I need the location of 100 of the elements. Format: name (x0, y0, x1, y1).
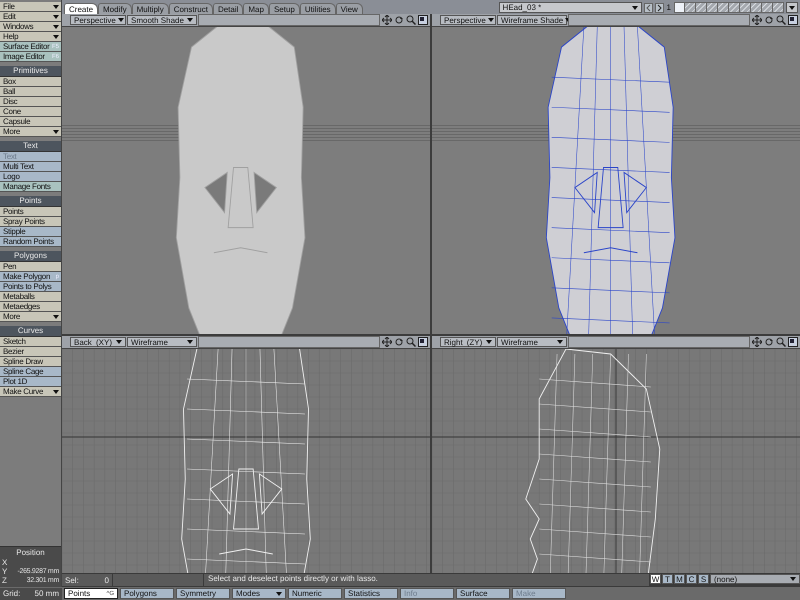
maximize-icon[interactable] (418, 337, 428, 347)
view-dropdown[interactable]: Perspective (440, 15, 496, 25)
search-icon[interactable] (776, 15, 786, 25)
tab[interactable]: Setup (268, 3, 300, 14)
rotate-icon[interactable] (764, 15, 774, 25)
layer-button[interactable] (762, 2, 773, 13)
mode-button[interactable]: S (698, 574, 709, 584)
status-message: Select and deselect points directly or with lasso. (204, 574, 649, 586)
tab[interactable]: Map (243, 3, 269, 14)
surface-dropdown[interactable]: (none) (710, 574, 800, 584)
mode-button[interactable]: W (650, 574, 661, 584)
caret-icon (486, 340, 492, 344)
caret-icon (632, 6, 638, 10)
toggle-button[interactable]: Numeric (288, 588, 342, 599)
tool-button[interactable]: Manage Fonts (0, 182, 61, 192)
mode-button[interactable]: M (674, 574, 685, 584)
caret-icon (790, 577, 796, 581)
view-dropdown[interactable]: Back (XY) (70, 337, 126, 347)
tab[interactable]: Modify (98, 3, 132, 14)
tool-button[interactable]: Box (0, 77, 61, 87)
tool-button[interactable]: Pen (0, 262, 61, 272)
shading-dropdown[interactable]: Wireframe (497, 337, 567, 347)
object-dropdown[interactable]: HEad_03 * (498, 2, 642, 13)
move-icon[interactable] (382, 15, 392, 25)
tool-button[interactable]: Multi Text (0, 162, 61, 172)
menu-button[interactable]: Help (0, 32, 61, 42)
group-header: Primitives (0, 66, 61, 77)
tool-button[interactable]: Cone (0, 107, 61, 117)
menu-button[interactable]: More (0, 127, 61, 137)
tab[interactable]: Multiply (132, 3, 169, 14)
rotate-icon[interactable] (394, 337, 404, 347)
mode-button[interactable]: T (662, 574, 673, 584)
menu-button[interactable]: Windows (0, 22, 61, 32)
tool-button[interactable]: Points to Polys (0, 282, 61, 292)
group-header: Curves (0, 326, 61, 337)
tab[interactable]: Create (64, 3, 98, 14)
tool-button[interactable]: Sketch (0, 337, 61, 347)
toggle-button[interactable]: Polygons (120, 588, 174, 599)
toggle-button[interactable]: Surface (456, 588, 510, 599)
menu-button[interactable]: More (0, 312, 61, 322)
rotate-icon[interactable] (394, 15, 404, 25)
axis-label: X (2, 558, 8, 567)
tab[interactable]: View (336, 3, 363, 14)
tool-button[interactable]: Bezier (0, 347, 61, 357)
tool-button[interactable]: Metaedges (0, 302, 61, 312)
panel-title: Position (15, 548, 46, 558)
tool-button[interactable]: Random Points (0, 237, 61, 247)
caret-icon (187, 18, 193, 22)
move-icon[interactable] (752, 337, 762, 347)
mode-button[interactable]: C (686, 574, 697, 584)
maximize-icon[interactable] (788, 15, 798, 25)
search-icon[interactable] (406, 15, 416, 25)
layer-button[interactable] (674, 2, 685, 13)
tool-button[interactable]: Capsule (0, 117, 61, 127)
tool-button[interactable]: Metaballs (0, 292, 61, 302)
toggle-button[interactable]: Symmetry (176, 588, 230, 599)
layer-button[interactable] (740, 2, 751, 13)
view-dropdown[interactable]: Perspective (70, 15, 126, 25)
shading-dropdown[interactable]: Wireframe Shade (497, 15, 567, 25)
tab[interactable]: Utilities (300, 3, 336, 14)
layer-button[interactable] (718, 2, 729, 13)
tool-button[interactable]: Points (0, 207, 61, 217)
caret-icon (116, 340, 122, 344)
move-icon[interactable] (382, 337, 392, 347)
tool-button[interactable]: Disc (0, 97, 61, 107)
tool-button[interactable]: Plot 1D (0, 377, 61, 387)
maximize-icon[interactable] (788, 337, 798, 347)
layer-button[interactable] (729, 2, 740, 13)
shading-dropdown[interactable]: Smooth Shade (127, 15, 197, 25)
layer-button[interactable] (707, 2, 718, 13)
shading-dropdown[interactable]: Wireframe (127, 337, 197, 347)
tab[interactable]: Detail (212, 3, 244, 14)
tool-button[interactable]: Logo (0, 172, 61, 182)
grid-size: Grid: 50 mm (0, 588, 62, 600)
tab[interactable]: Construct (168, 3, 213, 14)
menu-button[interactable]: Modes (232, 588, 286, 599)
menu-button[interactable]: File (0, 2, 61, 12)
menu-button[interactable]: Make Curve (0, 387, 61, 397)
menu-button[interactable]: Edit (0, 12, 61, 22)
tool-button[interactable]: Ball (0, 87, 61, 97)
next-icon[interactable] (654, 2, 664, 12)
search-icon[interactable] (406, 337, 416, 347)
layer-button[interactable] (696, 2, 707, 13)
move-icon[interactable] (752, 15, 762, 25)
layer-button[interactable] (685, 2, 696, 13)
previous-icon[interactable] (644, 2, 653, 12)
tool-button[interactable]: Spray Points (0, 217, 61, 227)
view-dropdown[interactable]: Right (ZY) (440, 337, 496, 347)
rotate-icon[interactable] (764, 337, 774, 347)
tool-button[interactable]: Spline Draw (0, 357, 61, 367)
search-icon[interactable] (776, 337, 786, 347)
layer-number: 1 (666, 3, 672, 12)
toggle-button[interactable]: Statistics (344, 588, 398, 599)
maximize-icon[interactable] (418, 15, 428, 25)
tool-button[interactable]: Stipple (0, 227, 61, 237)
layer-button[interactable] (773, 2, 784, 13)
layer-button[interactable] (751, 2, 762, 13)
tool-button[interactable]: Spline Cage (0, 367, 61, 377)
layer-menu-button[interactable] (786, 2, 798, 13)
axis-label: Y (2, 567, 8, 576)
